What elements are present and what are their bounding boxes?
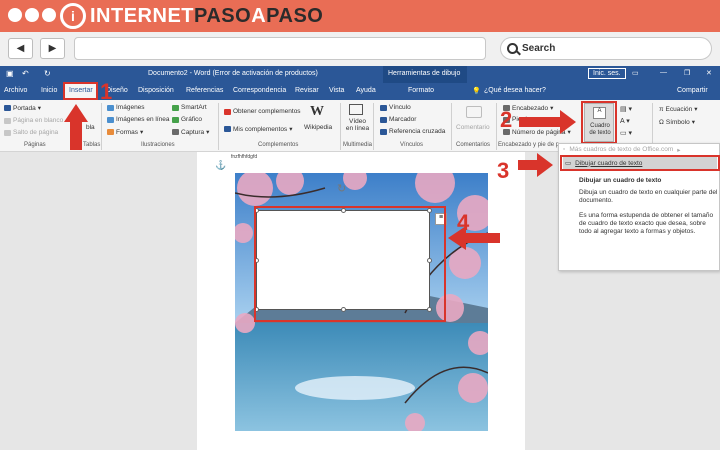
arrow-left-icon: [448, 226, 500, 250]
arrow-right-icon: [518, 153, 553, 177]
arrow-right-icon: [519, 110, 576, 134]
arrow-up-icon: [64, 104, 88, 150]
annotation-arrows: [64, 104, 576, 250]
